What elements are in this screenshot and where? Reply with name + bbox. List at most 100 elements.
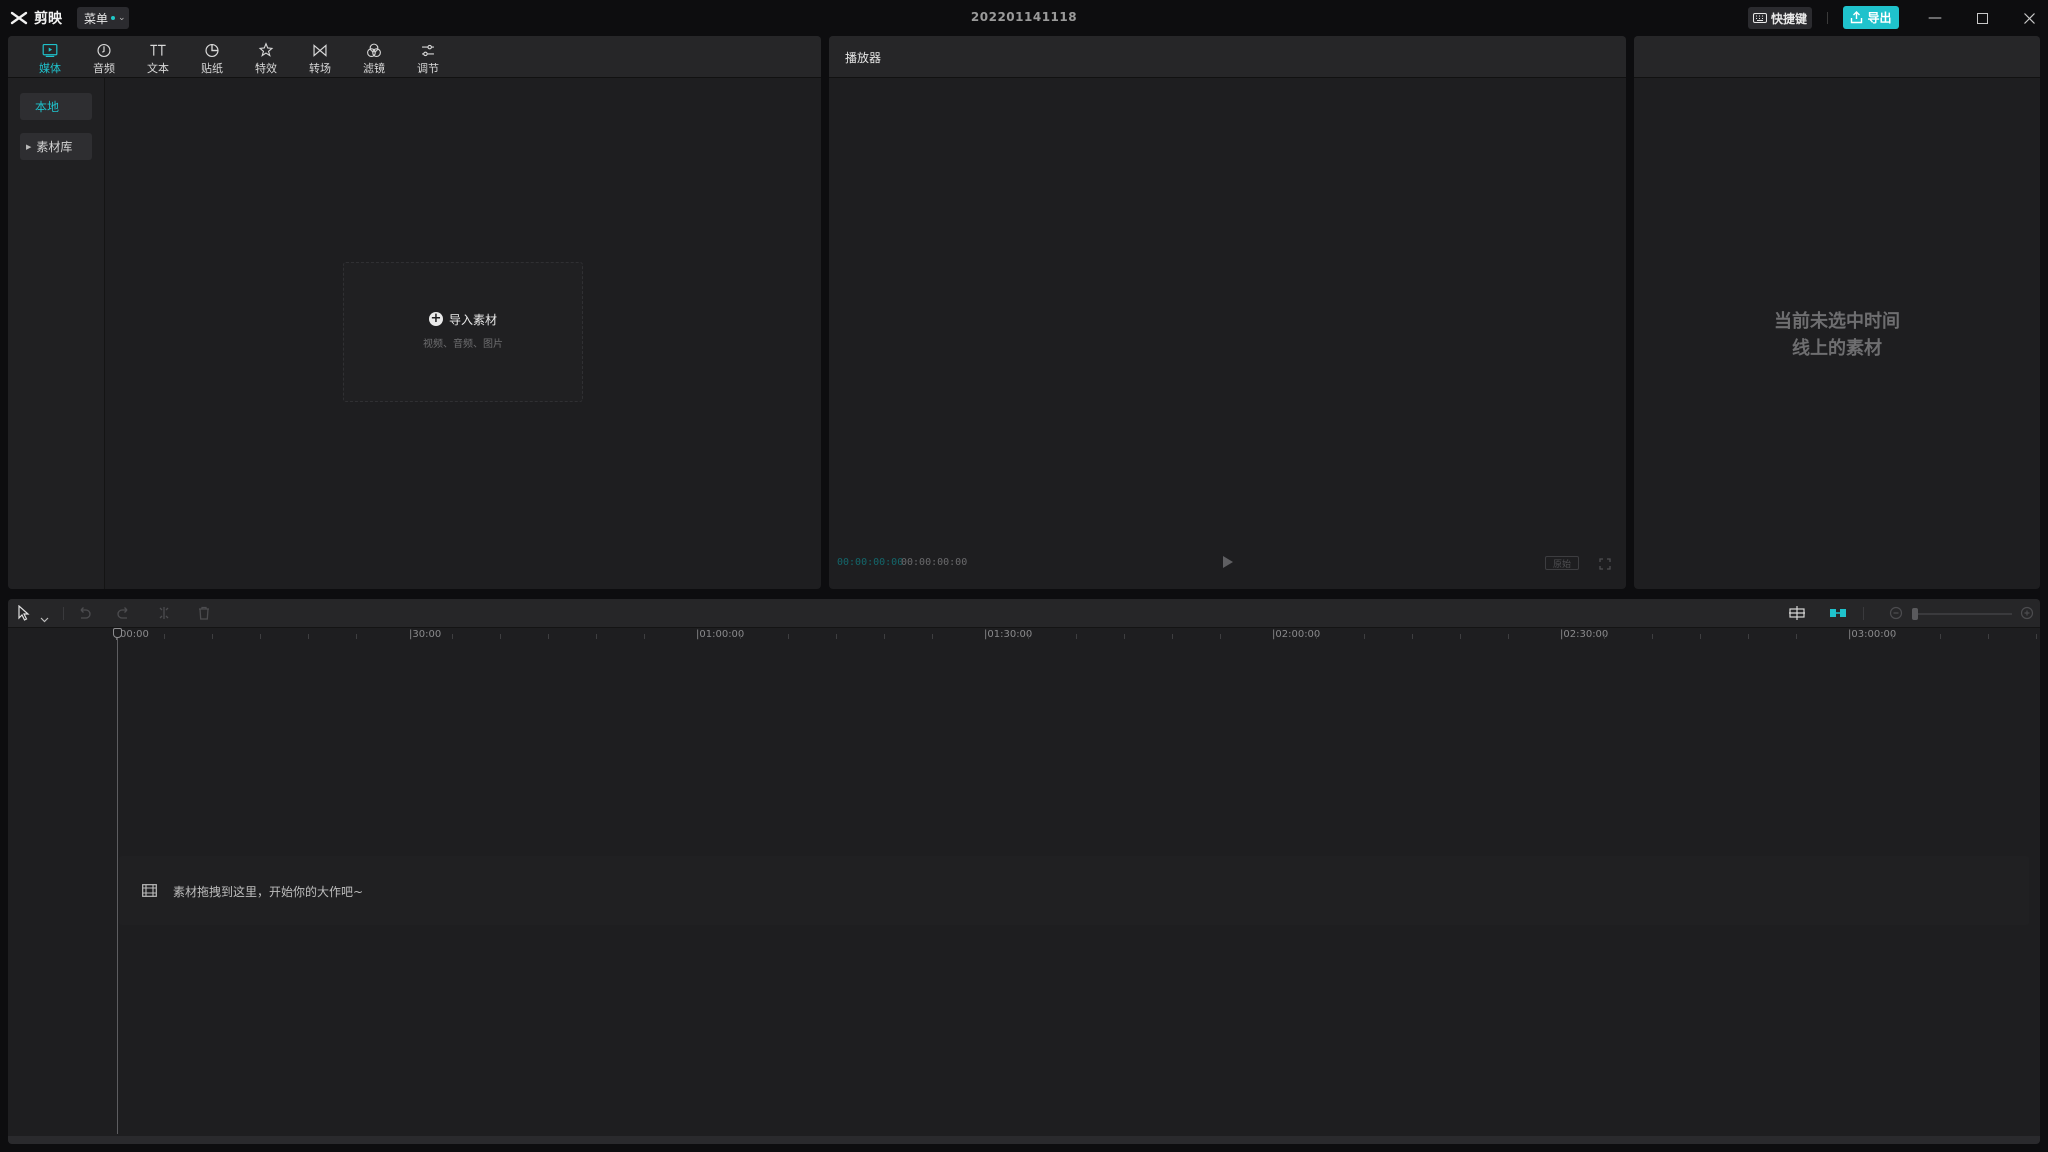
player-title: 播放器 [845,51,882,65]
ruler-tick [212,634,213,639]
ruler-tick [788,634,789,639]
adjust-icon [422,44,434,57]
empty-selection-message: 当前未选中时间 线上的素材 [1634,308,2040,362]
tab-effects[interactable]: 特效 [244,40,288,76]
ruler-tick [1892,634,1893,639]
ruler-tick [1652,634,1653,639]
ruler-tick [1460,634,1461,639]
tab-label: 音频 [93,62,115,75]
media-sidebar: 本地 ▶ 素材库 [8,78,105,589]
filter-icon [367,43,381,58]
media-panel: 媒体 音频 文本 贴纸 特效 转场 滤镜 调节 本地 ▶ 素材库 + 导入素材 … [8,36,821,589]
minimize-icon[interactable]: — [1924,7,1946,29]
ruler-label: |01:00:00 [696,629,745,640]
split-icon[interactable] [158,605,170,624]
ruler-tick [1412,634,1413,639]
film-icon [142,882,157,901]
tab-label: 特效 [255,62,277,75]
linkage-icon[interactable] [1829,605,1847,625]
import-button[interactable]: + 导入素材 [428,311,497,328]
ruler-tick [596,634,597,639]
project-title: 202201141118 [970,10,1078,24]
drop-hint-text: 素材拖拽到这里，开始你的大作吧~ [173,885,364,899]
ruler-tick [1364,634,1365,639]
export-label: 导出 [1867,11,1892,25]
delete-icon[interactable] [198,605,210,624]
sidebar-item-local[interactable]: 本地 [20,93,92,120]
caret-right-icon: ▶ [26,142,32,151]
ruler-tick [1220,634,1221,639]
keyboard-icon [1752,13,1767,23]
ruler-tick [548,634,549,639]
ruler-tick [1076,634,1077,639]
playhead[interactable] [117,634,118,1134]
ruler-label: |03:00:00 [1848,629,1897,640]
video-preview [829,79,1626,541]
divider [1827,12,1828,24]
shortcut-button[interactable]: 快捷键 [1748,7,1812,29]
play-icon [1223,556,1233,568]
sidebar-item-library[interactable]: ▶ 素材库 [20,133,92,160]
play-button[interactable] [1222,554,1234,573]
ruler-tick [164,634,165,639]
zoom-slider[interactable] [1912,613,2012,615]
tab-text[interactable]: 文本 [136,40,180,76]
select-tool-icon[interactable] [17,604,31,625]
ruler-label: |02:00:00 [1272,629,1321,640]
redo-icon[interactable] [117,605,131,624]
empty-message-line: 线上的素材 [1792,338,1882,359]
ruler-tick [356,634,357,639]
ruler-tick [1940,634,1941,639]
timeline-ruler[interactable]: 00:00 |30:00 |01:00:00 |01:30:00 |02:00:… [8,628,2040,644]
aspect-ratio-button[interactable]: 原始 [1545,556,1579,570]
timeline-panel: 00:00 |30:00 |01:00:00 |01:30:00 |02:00:… [8,599,2040,1144]
zoom-slider-handle[interactable] [1912,608,1918,620]
divider [1863,607,1864,620]
tab-transition[interactable]: 转场 [298,40,342,76]
ruler-tick [1988,634,1989,639]
import-media-area[interactable]: + 导入素材 视频、音频、图片 [343,262,583,402]
import-label: 导入素材 [448,312,497,327]
tab-sticker[interactable]: 贴纸 [190,40,234,76]
tab-label: 贴纸 [201,62,223,75]
tab-media[interactable]: 媒体 [28,40,72,76]
inspector-panel: 当前未选中时间 线上的素材 [1634,36,2040,589]
title-bar: 剪映 菜单 ⌄ 202201141118 快捷键 导出 — [0,0,2048,36]
tab-filter[interactable]: 滤镜 [352,40,396,76]
media-toolbar: 媒体 音频 文本 贴纸 特效 转场 滤镜 调节 [8,36,821,78]
sticker-icon [205,43,219,58]
inspector-header [1634,36,2040,78]
ruler-tick [1796,634,1797,639]
text-icon [150,44,166,56]
chevron-down-icon[interactable] [40,608,49,627]
snap-icon[interactable] [1788,605,1806,625]
ruler-tick [2036,634,2037,639]
fullscreen-icon[interactable] [1599,555,1611,574]
horizontal-scrollbar[interactable] [8,1136,2040,1144]
tab-label: 转场 [309,62,331,75]
ruler-tick [884,634,885,639]
close-icon[interactable] [2018,7,2040,29]
export-button[interactable]: 导出 [1843,6,1899,29]
playhead-handle[interactable] [113,628,122,638]
zoom-in-icon[interactable] [2020,605,2034,624]
tab-label: 文本 [147,62,169,75]
tab-audio[interactable]: 音频 [82,40,126,76]
main-track-drop-zone[interactable]: 素材拖拽到这里，开始你的大作吧~ [119,856,2029,925]
maximize-icon[interactable] [1971,7,1993,29]
zoom-out-icon[interactable] [1889,605,1903,624]
shortcut-label: 快捷键 [1770,11,1807,26]
empty-message-line: 当前未选中时间 [1774,311,1900,332]
ruler-tick [1748,634,1749,639]
ruler-label: |02:30:00 [1560,629,1609,640]
ruler-label: |30:00 [409,629,442,640]
tab-adjust[interactable]: 调节 [406,40,450,76]
ruler-tick [308,634,309,639]
export-icon [1851,11,1863,24]
divider [63,607,64,620]
audio-icon [97,43,111,58]
player-panel: 播放器 00:00:00:00 00:00:00:00 原始 [829,36,1626,589]
ruler-tick [740,634,741,639]
import-hint: 视频、音频、图片 [423,338,503,350]
undo-icon[interactable] [77,605,91,624]
